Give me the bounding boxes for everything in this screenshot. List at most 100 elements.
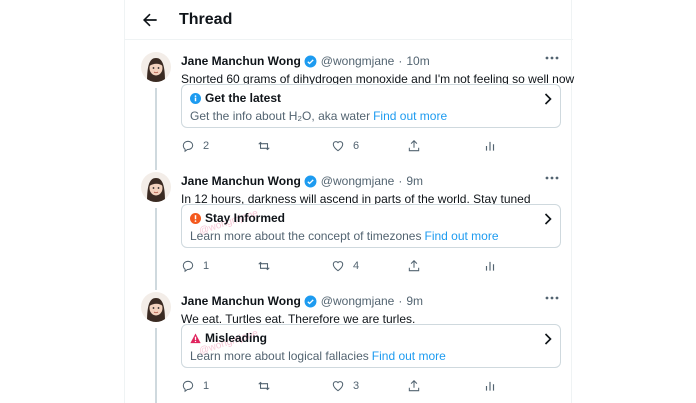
analytics-button[interactable] (483, 378, 505, 394)
author-handle[interactable]: @wongmjane (321, 52, 395, 70)
retweet-button[interactable] (257, 258, 279, 274)
tweet-actions: 1 3 (181, 378, 511, 394)
analytics-button[interactable] (483, 258, 505, 274)
reply-button[interactable]: 2 (181, 138, 209, 154)
timestamp[interactable]: 9m (406, 172, 423, 190)
card-subtitle-row: Get the info about H₂O, aka water Find ou… (190, 108, 447, 124)
page-title: Thread (179, 11, 233, 28)
find-out-more-link[interactable]: Find out more (424, 229, 498, 243)
avatar-memoji-icon (147, 58, 165, 82)
more-options-icon[interactable] (545, 296, 559, 300)
like-button[interactable]: 4 (331, 258, 359, 274)
find-out-more-link[interactable]: Find out more (373, 109, 447, 123)
reply-icon (182, 260, 194, 273)
share-icon (408, 260, 420, 272)
author-name[interactable]: Jane Manchun Wong (181, 52, 301, 70)
timestamp[interactable]: 9m (406, 292, 423, 310)
card-subtitle-row: Learn more about logical fallacies Find o… (190, 348, 446, 364)
like-count: 6 (353, 140, 360, 152)
reply-count: 2 (203, 140, 210, 152)
verified-badge-icon (304, 175, 317, 187)
share-icon (408, 140, 420, 152)
card-title-row: Misleading (190, 330, 267, 346)
share-icon (408, 380, 420, 392)
like-button[interactable]: 6 (331, 138, 359, 154)
separator-dot: · (398, 54, 403, 68)
author-name[interactable]: Jane Manchun Wong (181, 292, 301, 310)
reply-icon (182, 140, 194, 153)
tweet-header: Jane Manchun Wong @wongmjane · 10m (181, 52, 430, 70)
back-arrow-icon[interactable] (139, 10, 161, 30)
verified-badge-icon (304, 55, 317, 67)
thread-connector-line (155, 88, 157, 170)
heart-icon (332, 381, 344, 392)
thread-header: Thread (125, 0, 573, 40)
separator-dot: · (398, 294, 403, 308)
retweet-icon (258, 141, 270, 151)
card-subtitle: Get the info about H₂O, aka water (190, 109, 371, 123)
heart-icon (332, 261, 344, 272)
avatar-memoji-icon (147, 178, 165, 202)
more-options-icon[interactable] (545, 56, 559, 60)
tweet-actions: 2 6 (181, 138, 511, 154)
like-count: 3 (353, 380, 360, 392)
thread-column: Thread Jane Manchun Wong @wongmjane · 10… (124, 0, 574, 403)
tweet-actions: 1 4 (181, 258, 511, 274)
analytics-icon (485, 261, 495, 271)
info-icon (190, 92, 201, 104)
card-title: Misleading (205, 331, 268, 345)
reply-count: 1 (203, 260, 210, 272)
retweet-button[interactable] (257, 378, 279, 394)
share-button[interactable] (407, 378, 429, 394)
share-button[interactable] (407, 258, 429, 274)
share-button[interactable] (407, 138, 429, 154)
retweet-icon (258, 381, 270, 391)
analytics-button[interactable] (483, 138, 505, 154)
verified-badge-icon (304, 295, 317, 307)
analytics-icon (485, 381, 495, 391)
tweet[interactable]: Jane Manchun Wong @wongmjane · 9m We eat… (125, 292, 573, 403)
tweet-header: Jane Manchun Wong @wongmjane · 9m (181, 292, 423, 310)
thread-connector-line (155, 208, 157, 290)
tweet[interactable]: Jane Manchun Wong @wongmjane · 10m Snort… (125, 52, 574, 172)
card-subtitle-row: Learn more about the concept of timezone… (190, 228, 499, 244)
separator-dot: · (398, 174, 403, 188)
avatar[interactable] (141, 172, 171, 202)
tweet[interactable]: Jane Manchun Wong @wongmjane · 9m In 12 … (125, 172, 573, 292)
card-title: Get the latest (205, 91, 282, 105)
reply-count: 1 (203, 380, 210, 392)
card-title-row: Stay Informed (190, 210, 285, 226)
info-label-card[interactable]: Get the latest Get the info about H₂O, a… (181, 84, 561, 128)
timestamp[interactable]: 10m (406, 52, 429, 70)
stay-informed-card[interactable]: @wongmjane Stay Informed Learn more abou… (181, 204, 561, 248)
more-options-icon[interactable] (545, 176, 559, 180)
analytics-icon (485, 141, 495, 151)
exclamation-icon (190, 212, 201, 224)
reply-button[interactable]: 1 (181, 378, 209, 394)
like-button[interactable]: 3 (331, 378, 359, 394)
like-count: 4 (353, 260, 360, 272)
avatar[interactable] (141, 292, 171, 322)
thread-connector-line (155, 328, 157, 403)
card-title-row: Get the latest (190, 90, 281, 106)
card-title: Stay Informed (205, 211, 286, 225)
heart-icon (332, 141, 344, 152)
tweet-header: Jane Manchun Wong @wongmjane · 9m (181, 172, 423, 190)
reply-icon (182, 380, 194, 393)
avatar-memoji-icon (147, 298, 165, 322)
card-subtitle: Learn more about logical fallacies (190, 349, 369, 363)
retweet-button[interactable] (257, 138, 279, 154)
card-subtitle: Learn more about the concept of timezone… (190, 229, 422, 243)
retweet-icon (258, 261, 270, 271)
author-handle[interactable]: @wongmjane (321, 292, 395, 310)
chevron-right-icon (544, 93, 552, 105)
chevron-right-icon (544, 333, 552, 345)
chevron-right-icon (544, 213, 552, 225)
author-name[interactable]: Jane Manchun Wong (181, 172, 301, 190)
warning-triangle-icon (190, 333, 201, 343)
reply-button[interactable]: 1 (181, 258, 209, 274)
author-handle[interactable]: @wongmjane (321, 172, 395, 190)
avatar[interactable] (141, 52, 171, 82)
misleading-label-card[interactable]: @wongmjane Misleading Learn more about l… (181, 324, 561, 368)
find-out-more-link[interactable]: Find out more (372, 349, 446, 363)
